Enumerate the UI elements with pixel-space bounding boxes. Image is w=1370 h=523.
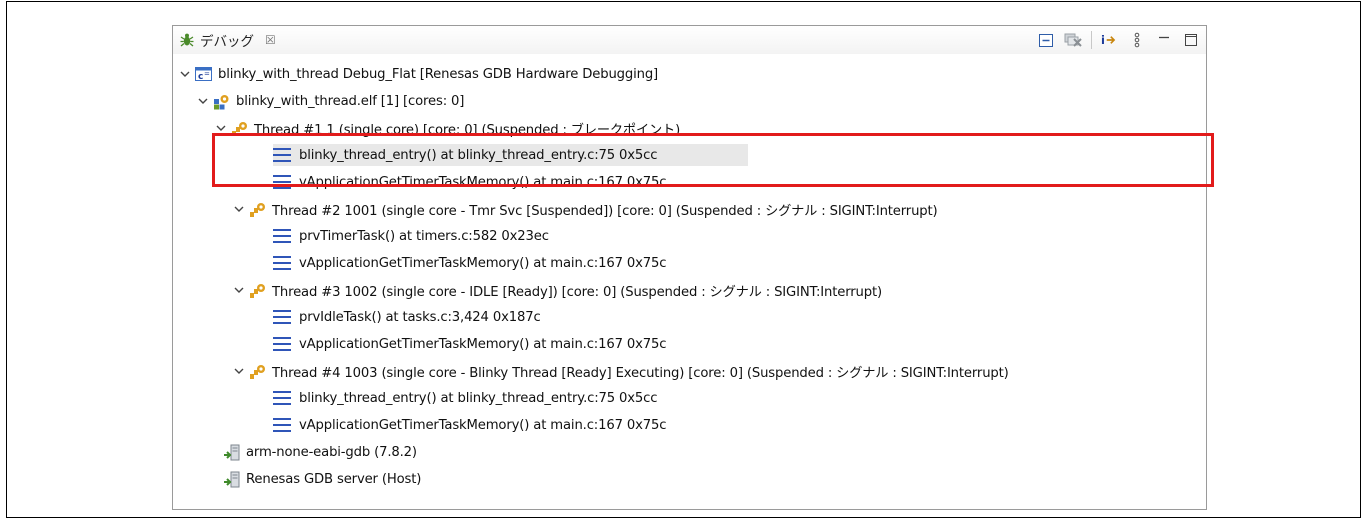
- frame-label: vApplicationGetTimerTaskMemory() at main…: [299, 336, 667, 352]
- close-icon[interactable]: ☒: [265, 33, 276, 47]
- process-icon: [213, 93, 231, 110]
- remove-terminated-icon[interactable]: [1064, 31, 1082, 49]
- process-label: blinky_with_thread.elf [1] [cores: 0]: [236, 93, 465, 109]
- frame-label: prvTimerTask() at timers.c:582 0x23ec: [299, 228, 549, 244]
- stack-frame-icon: [273, 418, 291, 432]
- outer-frame: デバッグ ☒ i c = blinky_with_thread Debug_Fl…: [6, 1, 1361, 518]
- tree-thread[interactable]: Thread #1 1 (single core) [core: 0] (Sus…: [215, 117, 680, 139]
- stack-frame-icon: [273, 337, 291, 351]
- thread-icon: [249, 201, 267, 218]
- thread-icon: [249, 282, 267, 299]
- thread-label: Thread #4 1003 (single core - Blinky Thr…: [272, 365, 1009, 381]
- tree-stack-frame[interactable]: prvIdleTask() at tasks.c:3,424 0x187c: [273, 306, 541, 328]
- svg-text:c: c: [198, 72, 203, 82]
- stack-frame-icon: [273, 256, 291, 270]
- chevron-down-icon[interactable]: [233, 203, 245, 215]
- thread-label: Thread #3 1002 (single core - IDLE [Read…: [272, 284, 882, 300]
- tree-stack-frame[interactable]: prvTimerTask() at timers.c:582 0x23ec: [273, 225, 549, 247]
- stack-frame-icon: [273, 148, 291, 162]
- debug-bug-icon: [179, 32, 195, 48]
- tree-launch[interactable]: c = blinky_with_thread Debug_Flat [Renesa…: [179, 63, 658, 85]
- view-tab-bar: デバッグ ☒ i: [173, 26, 1206, 54]
- tree-gdb[interactable]: arm-none-eabi-gdb (7.8.2): [223, 441, 417, 463]
- svg-text:i: i: [1101, 33, 1105, 47]
- thread-label: Thread #2 1001 (single core - Tmr Svc [S…: [272, 203, 938, 219]
- tab-title: デバッグ: [200, 34, 254, 50]
- tree-stack-frame[interactable]: blinky_thread_entry() at blinky_thread_e…: [273, 144, 748, 166]
- gdb-label: arm-none-eabi-gdb (7.8.2): [246, 444, 417, 460]
- gdb-process-icon: [223, 444, 241, 461]
- tree-thread[interactable]: Thread #4 1003 (single core - Blinky Thr…: [233, 360, 1009, 382]
- tree-process[interactable]: blinky_with_thread.elf [1] [cores: 0]: [197, 90, 464, 112]
- frame-label: blinky_thread_entry() at blinky_thread_e…: [299, 390, 658, 406]
- launch-label: blinky_with_thread Debug_Flat [Renesas G…: [218, 66, 659, 82]
- stack-frame-icon: [273, 310, 291, 324]
- thread-icon: [231, 120, 249, 137]
- server-label: Renesas GDB server (Host): [246, 471, 422, 487]
- tree-stack-frame[interactable]: vApplicationGetTimerTaskMemory() at main…: [273, 171, 666, 193]
- tab-debug[interactable]: デバッグ ☒: [179, 29, 276, 51]
- tree-thread[interactable]: Thread #2 1001 (single core - Tmr Svc [S…: [233, 198, 938, 220]
- frame-label: vApplicationGetTimerTaskMemory() at main…: [299, 417, 667, 433]
- thread-label: Thread #1 1 (single core) [core: 0] (Sus…: [254, 122, 681, 138]
- chevron-down-icon[interactable]: [197, 95, 209, 107]
- stack-frame-icon: [273, 391, 291, 405]
- view-menu-icon[interactable]: [1128, 31, 1146, 49]
- tree-stack-frame[interactable]: vApplicationGetTimerTaskMemory() at main…: [273, 414, 666, 436]
- maximize-icon[interactable]: [1182, 31, 1200, 49]
- debug-view: デバッグ ☒ i c = blinky_with_thread Debug_Fl…: [172, 25, 1207, 510]
- chevron-down-icon[interactable]: [179, 68, 191, 80]
- chevron-down-icon[interactable]: [233, 365, 245, 377]
- step-into-icon[interactable]: i: [1101, 31, 1119, 49]
- tree-stack-frame[interactable]: vApplicationGetTimerTaskMemory() at main…: [273, 252, 666, 274]
- svg-text:=: =: [204, 70, 210, 78]
- tree-gdb-server[interactable]: Renesas GDB server (Host): [223, 468, 421, 490]
- chevron-down-icon[interactable]: [215, 122, 227, 134]
- stack-frame-icon: [273, 229, 291, 243]
- frame-label: vApplicationGetTimerTaskMemory() at main…: [299, 174, 667, 190]
- minimize-icon[interactable]: [1155, 31, 1173, 49]
- view-toolbar: i: [1037, 30, 1200, 50]
- collapse-all-icon[interactable]: [1037, 31, 1055, 49]
- chevron-down-icon[interactable]: [233, 284, 245, 296]
- c-launch-icon: c =: [195, 66, 213, 83]
- thread-icon: [249, 363, 267, 380]
- toolbar-separator: [1091, 31, 1092, 49]
- stack-frame-icon: [273, 175, 291, 189]
- frame-label: blinky_thread_entry() at blinky_thread_e…: [299, 147, 658, 163]
- gdb-server-icon: [223, 471, 241, 488]
- tree-stack-frame[interactable]: blinky_thread_entry() at blinky_thread_e…: [273, 387, 658, 409]
- tree-thread[interactable]: Thread #3 1002 (single core - IDLE [Read…: [233, 279, 882, 301]
- tree-stack-frame[interactable]: vApplicationGetTimerTaskMemory() at main…: [273, 333, 666, 355]
- frame-label: prvIdleTask() at tasks.c:3,424 0x187c: [299, 309, 541, 325]
- frame-label: vApplicationGetTimerTaskMemory() at main…: [299, 255, 667, 271]
